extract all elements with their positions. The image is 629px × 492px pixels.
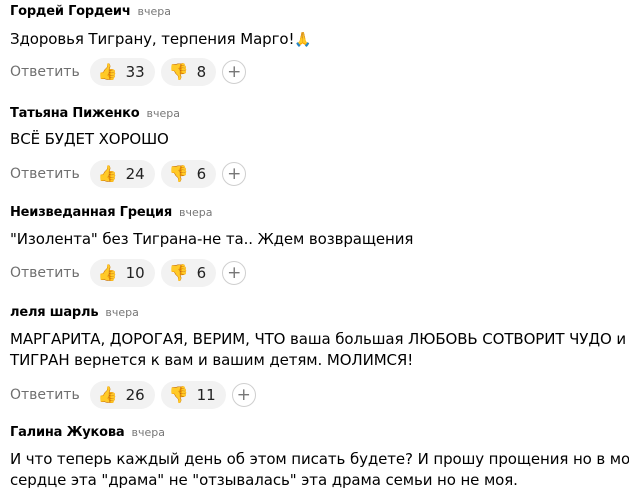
comment-header: леля шарль вчера — [10, 305, 629, 325]
add-reaction-button[interactable]: + — [231, 383, 256, 407]
comment-text: Здоровья Тиграну, терпения Марго!🙏 — [10, 29, 629, 51]
comment-text-line: "Изолента" без Тиграна-не та.. Ждем возв… — [10, 230, 414, 248]
comment: Неизведанная Греция вчера "Изолента" без… — [10, 205, 629, 288]
comment-author[interactable]: Галина Жукова — [10, 425, 125, 440]
comment-time: вчера — [131, 426, 165, 439]
thumbs-up-icon: 👍 — [97, 164, 118, 183]
dislike-button[interactable]: 👎 11 — [160, 381, 226, 409]
plus-icon: + — [227, 262, 242, 283]
thumbs-down-icon: 👎 — [168, 385, 189, 404]
comment-text-line: МАРГАРИТА, ДОРОГАЯ, ВЕРИМ, ЧТО ваша боль… — [10, 330, 629, 348]
comment-author[interactable]: Неизведанная Греция — [10, 205, 172, 220]
comment-text: И что теперь каждый день об этом писать … — [10, 449, 629, 491]
comment-text-line: ВСЁ БУДЕТ ХОРОШО — [10, 130, 169, 148]
comment-text-line: сердце эта "драма" не "отзывалась" эта д… — [10, 471, 518, 489]
comment-text-line: Здоровья Тиграну, терпения Марго! — [10, 30, 295, 48]
comment-time: вчера — [178, 206, 213, 219]
plus-icon: + — [227, 61, 242, 82]
like-button[interactable]: 👍 10 — [89, 259, 155, 287]
dislike-button[interactable]: 👎 8 — [160, 58, 217, 86]
praying-emoji-icon: 🙏 — [294, 32, 312, 48]
comment-text: ВСЁ БУДЕТ ХОРОШО — [10, 129, 629, 150]
comment-time: вчера — [137, 5, 172, 18]
thumbs-up-icon: 👍 — [97, 62, 118, 81]
reply-button[interactable]: Ответить — [10, 166, 80, 182]
add-reaction-button[interactable]: + — [222, 261, 247, 285]
like-count: 33 — [125, 63, 145, 81]
comment-time: вчера — [105, 306, 139, 319]
comment: Галина Жукова вчера И что теперь каждый … — [10, 425, 629, 491]
comment-header: Неизведанная Греция вчера — [10, 205, 629, 225]
comment-author[interactable]: Гордей Гордеич — [10, 4, 131, 19]
comment: леля шарль вчера МАРГАРИТА, ДОРОГАЯ, ВЕР… — [10, 305, 629, 410]
comment-time: вчера — [146, 107, 180, 120]
comment-author[interactable]: леля шарль — [10, 305, 99, 320]
comment-header: Галина Жукова вчера — [10, 425, 629, 445]
like-button[interactable]: 👍 24 — [89, 160, 155, 188]
comment-header: Татьяна Пиженко вчера — [10, 106, 629, 126]
reply-button[interactable]: Ответить — [10, 64, 80, 80]
comment-text: МАРГАРИТА, ДОРОГАЯ, ВЕРИМ, ЧТО ваша боль… — [10, 329, 629, 371]
like-button[interactable]: 👍 26 — [89, 381, 155, 409]
add-reaction-button[interactable]: + — [222, 162, 247, 186]
plus-icon: + — [227, 163, 242, 184]
thumbs-down-icon: 👎 — [168, 164, 189, 183]
dislike-button[interactable]: 👎 6 — [160, 259, 217, 287]
comment: Татьяна Пиженко вчера ВСЁ БУДЕТ ХОРОШО О… — [10, 106, 629, 189]
reply-button[interactable]: Ответить — [10, 265, 80, 281]
thumbs-up-icon: 👍 — [97, 385, 118, 404]
comment-header: Гордей Гордеич вчера — [10, 4, 629, 24]
dislike-count: 8 — [196, 63, 207, 81]
dislike-count: 6 — [196, 264, 207, 282]
thumbs-down-icon: 👎 — [168, 263, 189, 282]
dislike-count: 6 — [196, 165, 207, 183]
comment-actions: Ответить 👍 26 👎 11 + — [10, 380, 629, 410]
dislike-count: 11 — [196, 386, 216, 404]
comment-actions: Ответить 👍 10 👎 6 + — [10, 258, 629, 288]
reply-button[interactable]: Ответить — [10, 387, 80, 403]
dislike-button[interactable]: 👎 6 — [160, 160, 217, 188]
comment-text-line: ТИГРАН вернется к вам и вашим детям. МОЛ… — [10, 351, 414, 369]
like-button[interactable]: 👍 33 — [89, 58, 155, 86]
comment-actions: Ответить 👍 24 👎 6 + — [10, 159, 629, 189]
comment-text-line: И что теперь каждый день об этом писать … — [10, 450, 629, 468]
add-reaction-button[interactable]: + — [222, 60, 247, 84]
comment-author[interactable]: Татьяна Пиженко — [10, 106, 140, 121]
thumbs-down-icon: 👎 — [168, 62, 189, 81]
plus-icon: + — [236, 384, 251, 405]
like-count: 24 — [125, 165, 145, 183]
comment-actions: Ответить 👍 33 👎 8 + — [10, 57, 629, 87]
comment: Гордей Гордеич вчера Здоровья Тиграну, т… — [10, 4, 629, 87]
like-count: 10 — [125, 264, 145, 282]
comment-text: "Изолента" без Тиграна-не та.. Ждем возв… — [10, 229, 629, 250]
like-count: 26 — [125, 386, 145, 404]
thumbs-up-icon: 👍 — [97, 263, 118, 282]
